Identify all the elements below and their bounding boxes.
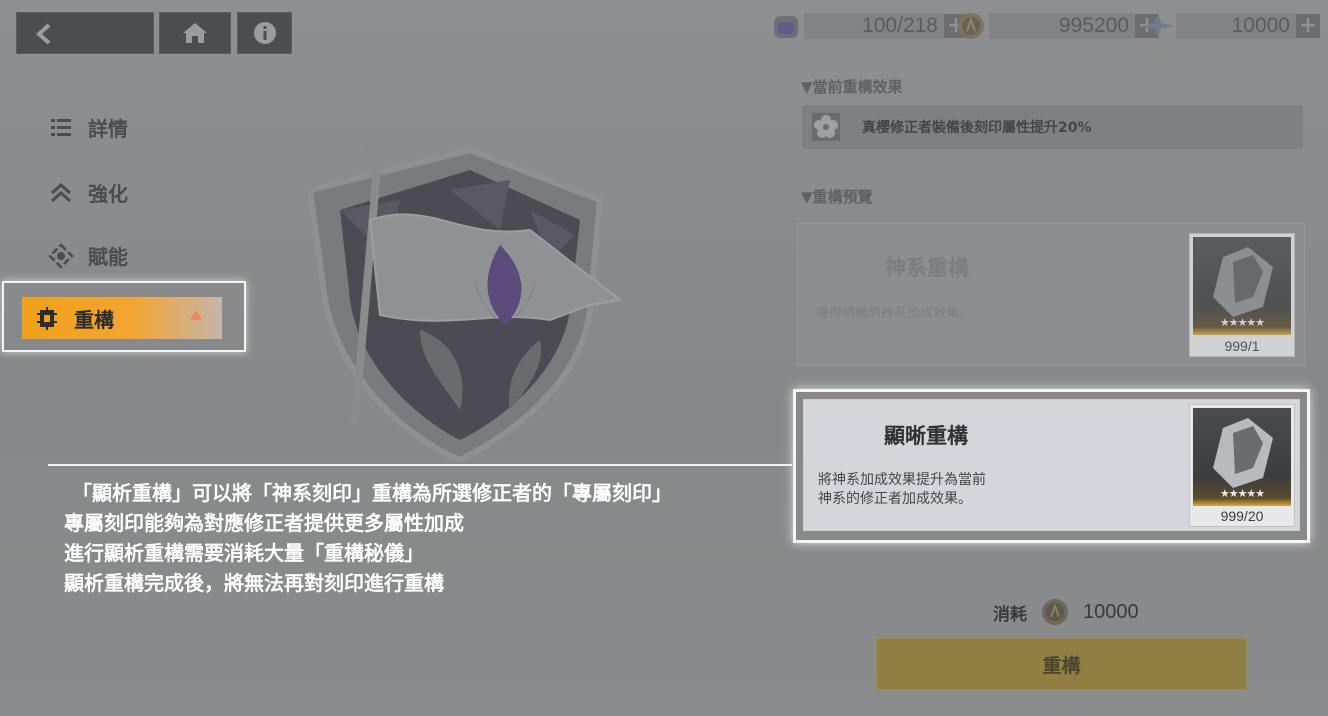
nav-label-empower: 賦能 [88,245,128,269]
current-effect-title: ▼當前重構效果 [801,78,903,96]
empower-icon [48,242,74,269]
tooltip-line: 進行顯析重構需要消耗大量「重構秘儀」 [64,541,424,565]
reconstruct-icon [34,305,60,331]
cost-display: 消耗 10000 [993,597,1139,627]
material-item[interactable]: ★★★★★ 999/1 [1189,233,1295,357]
list-icon [48,115,74,141]
tooltip-divider [48,464,792,466]
imprint-emblem-image [300,140,640,474]
info-icon [252,20,278,46]
option-desc: 將神系加成效果提升為當前 神系的修正者加成效果。 [818,471,986,509]
material-count: 999/20 [1220,508,1264,524]
cost-label: 消耗 [993,604,1027,625]
material-count: 999/1 [1224,338,1260,354]
crystal-resource: 10000 + [1140,10,1320,42]
current-effect-bar: 真櫻修正者裝備後刻印屬性提升20% [801,104,1304,150]
crystal-value: 10000 [1176,13,1296,39]
nav-label-details: 詳情 [88,117,128,141]
tooltip-line: 顯析重構完成後，將無法再對刻印進行重構 [64,571,444,595]
crystal-add-button[interactable]: + [1296,14,1320,38]
crystal-icon [1140,10,1176,42]
option-desc-line: 將神系加成效果提升為當前 [818,472,986,488]
option-title: 顯晰重構 [884,424,968,448]
nav-label-enhance: 強化 [88,182,128,206]
tooltip-line: 專屬刻印能夠為對應修正者提供更多屬性加成 [64,511,464,535]
home-button[interactable] [159,12,231,54]
sakura-icon [810,111,842,143]
preview-title: ▼重構預覽 [801,188,873,206]
coin-resource: 995200 + [953,10,1159,42]
tooltip-line: 「顯析重構」可以將「神系刻印」重構為所選修正者的「專屬刻印」 [72,481,672,505]
tutorial-tooltip: 「顯析重構」可以將「神系刻印」重構為所選修正者的「專屬刻印」 專屬刻印能夠為對應… [64,478,672,598]
stamina-value: 100/218 [804,13,944,39]
option-desc-line: 神系的修正者加成效果。 [818,491,972,507]
nav-item-details[interactable]: 詳情 [48,113,128,142]
stamina-resource: 100/218 + [768,10,968,42]
cost-value: 10000 [1083,600,1139,623]
back-arrow-icon [35,23,53,45]
option-desc: 獲得隨機的神系加成效果。 [816,306,973,321]
stamina-icon [768,10,804,42]
triangle-marker-icon [190,305,202,324]
reconstruct-button-label: 重構 [1042,654,1081,677]
back-button[interactable] [16,12,154,54]
info-button[interactable] [237,12,292,54]
reconstruct-button[interactable]: 重構 [876,638,1247,690]
coin-icon [953,10,989,42]
home-icon [181,21,209,45]
nav-item-enhance[interactable]: 強化 [48,178,128,207]
rarity-stars: ★★★★★ [1219,487,1265,500]
current-effect-text: 真櫻修正者裝備後刻印屬性提升20% [862,120,1092,136]
coin-value: 995200 [989,13,1135,39]
coin-icon [1039,597,1071,627]
nav-item-empower[interactable]: 賦能 [48,241,128,270]
nav-label-reconstruct: 重構 [74,307,114,332]
rarity-stars: ★★★★★ [1219,316,1265,329]
option-title: 神系重構 [885,256,969,280]
double-chevron-up-icon [48,180,74,206]
material-item[interactable]: ★★★★★ 999/20 [1189,404,1295,527]
nav-item-reconstruct[interactable]: 重構 [22,297,222,339]
